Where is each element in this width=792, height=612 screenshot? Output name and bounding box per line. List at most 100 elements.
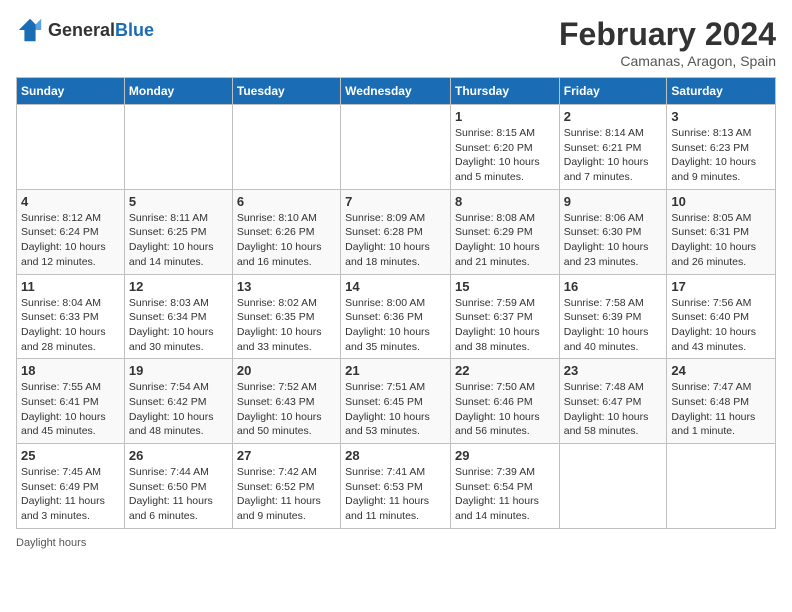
day-number: 5 xyxy=(129,194,228,209)
day-cell: 1 Sunrise: 8:15 AMSunset: 6:20 PMDaylight… xyxy=(450,105,559,190)
day-number: 28 xyxy=(345,448,446,463)
header-cell-friday: Friday xyxy=(559,78,667,105)
day-cell: 6 Sunrise: 8:10 AMSunset: 6:26 PMDaylight… xyxy=(232,189,340,274)
calendar-table: SundayMondayTuesdayWednesdayThursdayFrid… xyxy=(16,77,776,529)
day-info: Sunrise: 8:14 AMSunset: 6:21 PMDaylight:… xyxy=(564,126,663,185)
day-number: 26 xyxy=(129,448,228,463)
week-row-3: 11 Sunrise: 8:04 AMSunset: 6:33 PMDayligh… xyxy=(17,274,776,359)
day-cell xyxy=(341,105,451,190)
day-info: Sunrise: 8:13 AMSunset: 6:23 PMDaylight:… xyxy=(671,126,771,185)
day-info: Sunrise: 7:48 AMSunset: 6:47 PMDaylight:… xyxy=(564,380,663,439)
day-number: 29 xyxy=(455,448,555,463)
day-cell: 29 Sunrise: 7:39 AMSunset: 6:54 PMDayligh… xyxy=(450,444,559,529)
header-cell-thursday: Thursday xyxy=(450,78,559,105)
day-cell: 7 Sunrise: 8:09 AMSunset: 6:28 PMDaylight… xyxy=(341,189,451,274)
day-info: Sunrise: 8:05 AMSunset: 6:31 PMDaylight:… xyxy=(671,211,771,270)
day-cell xyxy=(124,105,232,190)
day-info: Sunrise: 8:04 AMSunset: 6:33 PMDaylight:… xyxy=(21,296,120,355)
day-info: Sunrise: 7:59 AMSunset: 6:37 PMDaylight:… xyxy=(455,296,555,355)
day-cell xyxy=(232,105,340,190)
day-cell: 20 Sunrise: 7:52 AMSunset: 6:43 PMDayligh… xyxy=(232,359,340,444)
header-cell-wednesday: Wednesday xyxy=(341,78,451,105)
day-number: 8 xyxy=(455,194,555,209)
day-number: 9 xyxy=(564,194,663,209)
day-cell: 17 Sunrise: 7:56 AMSunset: 6:40 PMDayligh… xyxy=(667,274,776,359)
logo: GeneralBlue xyxy=(16,16,154,44)
day-number: 12 xyxy=(129,279,228,294)
day-number: 11 xyxy=(21,279,120,294)
day-info: Sunrise: 7:39 AMSunset: 6:54 PMDaylight:… xyxy=(455,465,555,524)
day-info: Sunrise: 8:10 AMSunset: 6:26 PMDaylight:… xyxy=(237,211,336,270)
day-number: 17 xyxy=(671,279,771,294)
day-cell: 11 Sunrise: 8:04 AMSunset: 6:33 PMDayligh… xyxy=(17,274,125,359)
day-info: Sunrise: 8:08 AMSunset: 6:29 PMDaylight:… xyxy=(455,211,555,270)
day-number: 27 xyxy=(237,448,336,463)
day-number: 22 xyxy=(455,363,555,378)
day-number: 15 xyxy=(455,279,555,294)
day-cell: 12 Sunrise: 8:03 AMSunset: 6:34 PMDayligh… xyxy=(124,274,232,359)
week-row-2: 4 Sunrise: 8:12 AMSunset: 6:24 PMDaylight… xyxy=(17,189,776,274)
day-cell: 26Sunrise: 7:44 AMSunset: 6:50 PMDayligh… xyxy=(124,444,232,529)
day-cell: 10Sunrise: 8:05 AMSunset: 6:31 PMDayligh… xyxy=(667,189,776,274)
day-cell: 16 Sunrise: 7:58 AMSunset: 6:39 PMDayligh… xyxy=(559,274,667,359)
day-cell: 24 Sunrise: 7:47 AMSunset: 6:48 PMDayligh… xyxy=(667,359,776,444)
day-info: Sunrise: 7:41 AMSunset: 6:53 PMDaylight:… xyxy=(345,465,446,524)
header-cell-monday: Monday xyxy=(124,78,232,105)
day-number: 24 xyxy=(671,363,771,378)
day-info: Sunrise: 7:42 AMSunset: 6:52 PMDaylight:… xyxy=(237,465,336,524)
day-number: 3 xyxy=(671,109,771,124)
day-cell: 5Sunrise: 8:11 AMSunset: 6:25 PMDaylight… xyxy=(124,189,232,274)
day-cell: 27 Sunrise: 7:42 AMSunset: 6:52 PMDayligh… xyxy=(232,444,340,529)
page-header: GeneralBlue February 2024 Camanas, Arago… xyxy=(16,16,776,69)
day-info: Sunrise: 7:56 AMSunset: 6:40 PMDaylight:… xyxy=(671,296,771,355)
logo-icon xyxy=(16,16,44,44)
day-cell xyxy=(559,444,667,529)
day-number: 7 xyxy=(345,194,446,209)
day-info: Sunrise: 8:02 AMSunset: 6:35 PMDaylight:… xyxy=(237,296,336,355)
day-info: Sunrise: 7:47 AMSunset: 6:48 PMDaylight:… xyxy=(671,380,771,439)
footer: Daylight hours xyxy=(16,537,776,549)
header-row: SundayMondayTuesdayWednesdayThursdayFrid… xyxy=(17,78,776,105)
subtitle: Camanas, Aragon, Spain xyxy=(559,53,776,69)
day-info: Sunrise: 7:54 AMSunset: 6:42 PMDaylight:… xyxy=(129,380,228,439)
day-info: Sunrise: 7:58 AMSunset: 6:39 PMDaylight:… xyxy=(564,296,663,355)
day-cell xyxy=(667,444,776,529)
day-cell: 3 Sunrise: 8:13 AMSunset: 6:23 PMDaylight… xyxy=(667,105,776,190)
day-cell: 21Sunrise: 7:51 AMSunset: 6:45 PMDayligh… xyxy=(341,359,451,444)
week-row-4: 18Sunrise: 7:55 AMSunset: 6:41 PMDayligh… xyxy=(17,359,776,444)
week-row-5: 25Sunrise: 7:45 AMSunset: 6:49 PMDayligh… xyxy=(17,444,776,529)
day-number: 20 xyxy=(237,363,336,378)
header-cell-tuesday: Tuesday xyxy=(232,78,340,105)
daylight-hours-label: Daylight hours xyxy=(16,537,86,549)
day-cell xyxy=(17,105,125,190)
title-area: February 2024 Camanas, Aragon, Spain xyxy=(559,16,776,69)
day-number: 16 xyxy=(564,279,663,294)
day-info: Sunrise: 7:52 AMSunset: 6:43 PMDaylight:… xyxy=(237,380,336,439)
logo-blue: Blue xyxy=(115,20,154,40)
day-cell: 28 Sunrise: 7:41 AMSunset: 6:53 PMDayligh… xyxy=(341,444,451,529)
day-cell: 8 Sunrise: 8:08 AMSunset: 6:29 PMDaylight… xyxy=(450,189,559,274)
day-cell: 25Sunrise: 7:45 AMSunset: 6:49 PMDayligh… xyxy=(17,444,125,529)
day-info: Sunrise: 8:03 AMSunset: 6:34 PMDaylight:… xyxy=(129,296,228,355)
day-number: 25 xyxy=(21,448,120,463)
header-cell-sunday: Sunday xyxy=(17,78,125,105)
day-number: 4 xyxy=(21,194,120,209)
week-row-1: 1 Sunrise: 8:15 AMSunset: 6:20 PMDaylight… xyxy=(17,105,776,190)
day-cell: 9 Sunrise: 8:06 AMSunset: 6:30 PMDaylight… xyxy=(559,189,667,274)
day-cell: 4 Sunrise: 8:12 AMSunset: 6:24 PMDaylight… xyxy=(17,189,125,274)
logo-general: General xyxy=(48,20,115,40)
day-info: Sunrise: 8:06 AMSunset: 6:30 PMDaylight:… xyxy=(564,211,663,270)
day-number: 6 xyxy=(237,194,336,209)
day-info: Sunrise: 8:00 AMSunset: 6:36 PMDaylight:… xyxy=(345,296,446,355)
day-number: 1 xyxy=(455,109,555,124)
day-number: 14 xyxy=(345,279,446,294)
day-info: Sunrise: 8:15 AMSunset: 6:20 PMDaylight:… xyxy=(455,126,555,185)
day-info: Sunrise: 8:12 AMSunset: 6:24 PMDaylight:… xyxy=(21,211,120,270)
day-number: 2 xyxy=(564,109,663,124)
day-cell: 19Sunrise: 7:54 AMSunset: 6:42 PMDayligh… xyxy=(124,359,232,444)
day-cell: 14 Sunrise: 8:00 AMSunset: 6:36 PMDayligh… xyxy=(341,274,451,359)
header-cell-saturday: Saturday xyxy=(667,78,776,105)
day-info: Sunrise: 8:09 AMSunset: 6:28 PMDaylight:… xyxy=(345,211,446,270)
day-number: 18 xyxy=(21,363,120,378)
day-cell: 22Sunrise: 7:50 AMSunset: 6:46 PMDayligh… xyxy=(450,359,559,444)
